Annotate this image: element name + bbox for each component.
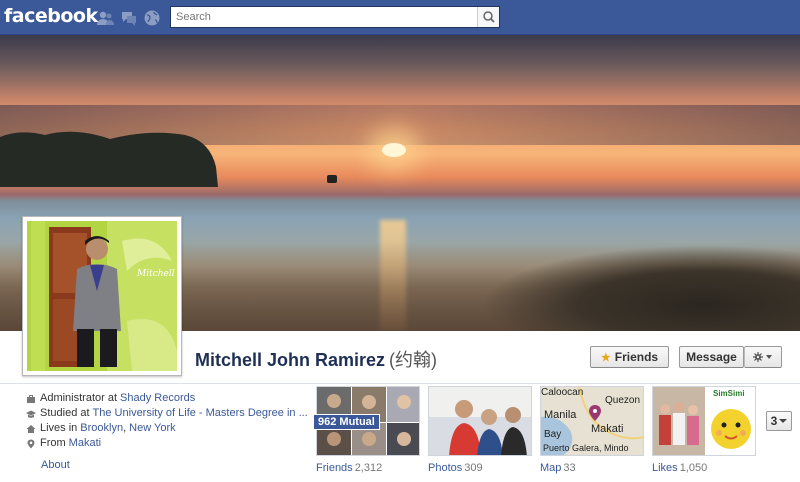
info-work-link[interactable]: Shady Records bbox=[120, 391, 195, 406]
friends-label: Friends bbox=[316, 462, 353, 474]
avatar-signature: Mitchell Ramirez bbox=[136, 269, 177, 279]
map-place-label: Makati bbox=[591, 423, 624, 435]
info-row-education: Studied at The University of Life - Mast… bbox=[26, 406, 311, 421]
map-place-label: Bay bbox=[544, 429, 562, 440]
photos-count: 309 bbox=[464, 462, 483, 474]
likes-tile[interactable]: SimSimi bbox=[652, 386, 756, 456]
cover-boat bbox=[327, 175, 337, 183]
map-place-label: Quezon Cit bbox=[605, 395, 643, 406]
search-box bbox=[170, 6, 500, 28]
photos-label: Photos bbox=[428, 462, 463, 474]
likes-tile-label[interactable]: Likes 1,050 bbox=[652, 462, 707, 474]
info-residence-state-link[interactable]: New York bbox=[129, 421, 175, 436]
likes-label: Likes bbox=[652, 462, 678, 474]
profile-info-list: Administrator at Shady Records Studied a… bbox=[26, 391, 311, 451]
map-place-label: Caloocan bbox=[541, 387, 584, 398]
info-residence-city-link[interactable]: Brooklyn bbox=[80, 421, 123, 436]
search-magnifier-icon bbox=[483, 11, 495, 23]
facebook-logo[interactable]: facebook bbox=[4, 5, 98, 27]
profile-picture-image: Mitchell Ramirez bbox=[27, 221, 177, 371]
info-education-prefix: Studied at bbox=[40, 407, 90, 419]
friend-requests-icon[interactable] bbox=[96, 9, 114, 27]
chevron-down-icon bbox=[766, 355, 772, 359]
photos-thumbnail bbox=[429, 387, 531, 455]
info-hometown-prefix: From bbox=[40, 437, 66, 449]
map-label: Map bbox=[540, 462, 562, 474]
cover-sun bbox=[382, 143, 406, 157]
profile-picture[interactable]: Mitchell Ramirez bbox=[22, 216, 182, 376]
info-row-work: Administrator at Shady Records bbox=[26, 391, 311, 406]
map-place-label: Manila bbox=[544, 409, 577, 421]
map-place-label: Puerto Galera, Mindo bbox=[543, 443, 629, 453]
search-input[interactable] bbox=[171, 7, 476, 27]
message-button[interactable]: Message bbox=[679, 346, 744, 368]
info-row-hometown: From Makati bbox=[26, 436, 311, 451]
likes-count: 1,050 bbox=[679, 462, 708, 474]
profile-name[interactable]: Mitchell John Ramirez (约翰) bbox=[195, 346, 437, 372]
header-divider bbox=[0, 383, 800, 384]
profile-name-text: Mitchell John Ramirez bbox=[195, 350, 386, 370]
about-link[interactable]: About bbox=[41, 459, 70, 471]
friends-button-label: Friends bbox=[614, 350, 659, 364]
info-education-link[interactable]: The University of Life - Masters Degree … bbox=[93, 406, 308, 421]
location-pin-icon bbox=[27, 439, 35, 448]
friends-button[interactable]: ★ Friends bbox=[590, 346, 669, 368]
friends-tile-label[interactable]: Friends 2,312 bbox=[316, 462, 382, 474]
star-icon: ★ bbox=[600, 351, 611, 364]
info-work-prefix: Administrator at bbox=[40, 392, 118, 404]
info-residence-separator: , bbox=[123, 422, 127, 434]
chevron-down-icon bbox=[779, 419, 788, 423]
profile-alternate-name: (约翰) bbox=[389, 350, 438, 370]
more-tiles-button[interactable]: 3 bbox=[766, 411, 792, 431]
map-tile-label[interactable]: Map 33 bbox=[540, 462, 576, 474]
briefcase-icon bbox=[27, 394, 35, 403]
settings-dropdown-button[interactable] bbox=[744, 346, 782, 368]
info-hometown-link[interactable]: Makati bbox=[69, 436, 101, 451]
graduation-cap-icon bbox=[26, 410, 36, 418]
home-icon bbox=[26, 424, 36, 433]
profile-photo-art: Mitchell Ramirez bbox=[27, 221, 177, 371]
messages-icon[interactable] bbox=[120, 9, 138, 27]
cover-rocks bbox=[480, 245, 800, 331]
top-navigation-bar: facebook bbox=[0, 0, 800, 35]
cover-island bbox=[0, 131, 218, 187]
photos-tile[interactable] bbox=[428, 386, 532, 456]
search-button[interactable] bbox=[477, 7, 499, 27]
mutual-friends-badge: 962 Mutual bbox=[313, 414, 380, 430]
photos-tile-label[interactable]: Photos 309 bbox=[428, 462, 483, 474]
gear-icon bbox=[753, 352, 772, 362]
map-tile[interactable]: Caloocan Quezon Cit Manila Makati Bay Pu… bbox=[540, 386, 644, 456]
info-row-residence: Lives in Brooklyn, New York bbox=[26, 421, 311, 436]
more-tiles-count: 3 bbox=[770, 414, 778, 428]
notifications-globe-icon[interactable] bbox=[143, 9, 161, 27]
info-residence-prefix: Lives in bbox=[40, 422, 78, 434]
simsimi-sticker-label: SimSimi bbox=[713, 389, 745, 398]
friends-count: 2,312 bbox=[354, 462, 383, 474]
map-count: 33 bbox=[563, 462, 576, 474]
